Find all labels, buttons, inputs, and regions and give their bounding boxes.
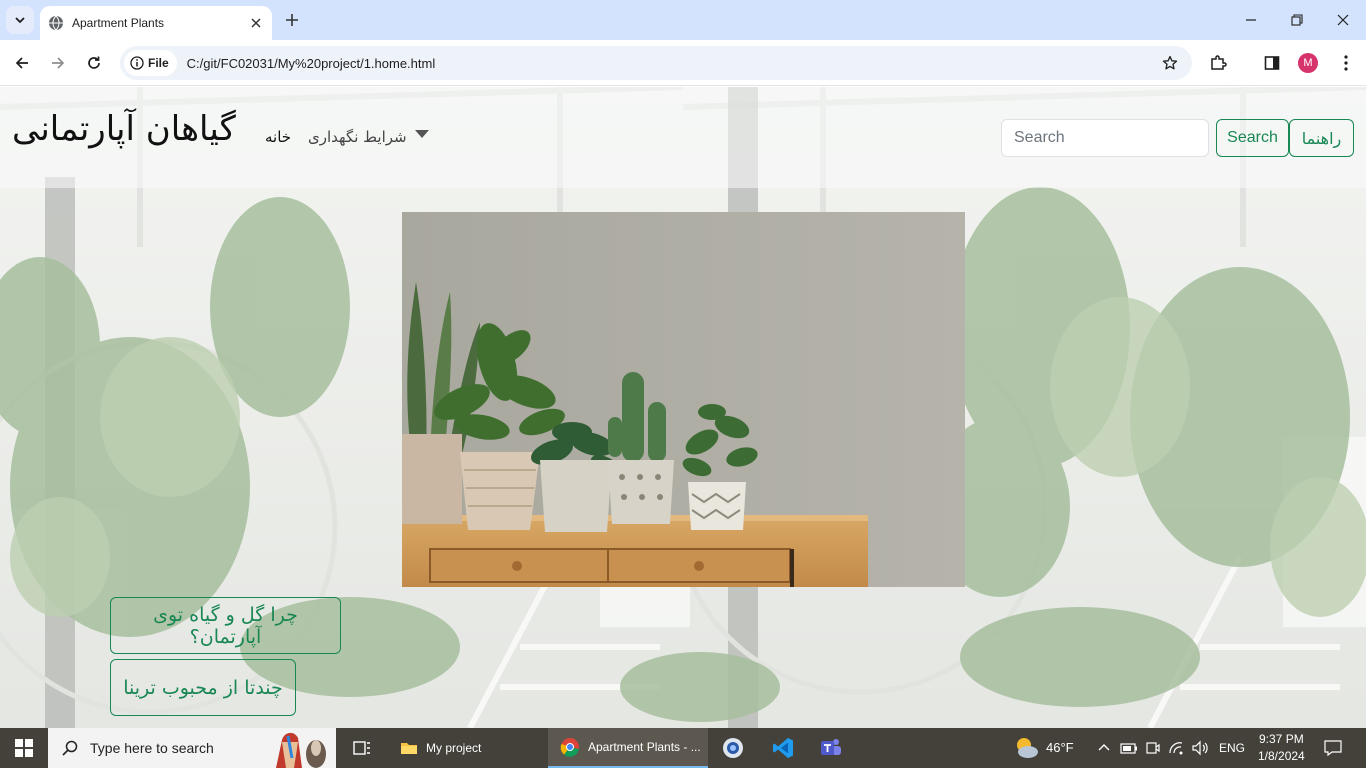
site-info-chip[interactable]: File [124,50,177,76]
dropdown-caret-icon[interactable] [414,127,430,141]
taskbar-app-chrome[interactable]: Apartment Plants - ... [548,728,708,768]
weather-partly-cloudy-icon[interactable] [1012,736,1040,760]
why-plants-button[interactable]: چرا گل و گیاه توی آپارتمان؟ [110,597,341,654]
favorites-button[interactable]: چندتا از محبوب ترینا [110,659,296,716]
chevron-up-icon[interactable] [1098,742,1110,754]
plus-icon [286,14,298,26]
page-viewport: گیاهان آپارتمانی خانه شرایط نگهداری Sear… [0,87,1366,728]
windows-taskbar: Type here to search My project Apartment… [0,728,1366,768]
taskbar-app-media[interactable] [718,728,748,768]
task-view-icon [353,741,370,755]
nav-link-home[interactable]: خانه [265,128,291,146]
taskbar-app-label: Apartment Plants - ... [588,740,701,754]
browser-toolbar: File C:/git/FC02031/My%20project/1.home.… [0,40,1366,86]
camera-icon[interactable] [1146,740,1160,756]
url-text[interactable]: C:/git/FC02031/My%20project/1.home.html [187,56,1156,71]
search-highlight-graphic [276,732,326,768]
browser-menu-button[interactable] [1332,49,1360,77]
minimize-icon [1246,19,1256,21]
extensions-button[interactable] [1204,49,1232,77]
windows-logo-icon [15,739,33,757]
taskbar-app-label: My project [426,741,482,755]
forward-button[interactable] [42,47,74,79]
restore-icon [1291,14,1303,26]
clock-date[interactable]: 1/8/2024 [1258,749,1305,763]
profile-avatar[interactable]: M [1298,53,1318,73]
minimize-button[interactable] [1228,0,1274,40]
taskbar-app-vscode[interactable] [768,728,798,768]
taskbar-app-my-project[interactable]: My project [388,728,544,768]
window-close-button[interactable] [1320,0,1366,40]
site-brand[interactable]: گیاهان آپارتمانی [12,109,236,149]
start-button[interactable] [0,728,48,768]
battery-icon[interactable] [1120,741,1138,755]
teams-icon [821,739,841,755]
taskbar-search-placeholder: Type here to search [90,740,214,756]
globe-icon [49,15,63,31]
volume-icon[interactable] [1192,740,1210,756]
taskbar-app-teams[interactable] [816,728,846,768]
arrow-right-icon [52,57,65,69]
chrome-icon [560,738,579,757]
vscode-icon [773,738,793,758]
tab-search-button[interactable] [6,6,34,34]
browser-tab[interactable]: Apartment Plants [40,6,272,40]
hero-image [402,212,965,587]
potted-plants-illustration [402,212,965,587]
chevron-down-icon [15,17,25,24]
wifi-icon[interactable] [1168,740,1186,756]
side-panel-icon [1264,56,1280,70]
input-language[interactable]: ENG [1219,741,1245,755]
nav-link-care-conditions[interactable]: شرایط نگهداری [308,128,407,146]
star-icon [1162,55,1178,70]
browser-tab-strip: Apartment Plants [0,0,1366,40]
guide-button[interactable]: راهنما [1289,119,1354,157]
taskbar-search-box[interactable]: Type here to search [48,728,336,768]
task-view-button[interactable] [348,728,376,768]
search-icon [62,740,78,756]
new-tab-button[interactable] [280,8,304,32]
close-icon [251,18,261,28]
restore-button[interactable] [1274,0,1320,40]
tab-title: Apartment Plants [72,16,165,30]
puzzle-icon [1211,55,1227,70]
reload-icon [88,56,100,69]
clock-time[interactable]: 9:37 PM [1259,732,1304,746]
info-icon [130,56,144,70]
site-chip-label: File [148,56,169,70]
bookmark-button[interactable] [1156,49,1184,77]
tab-close-button[interactable] [246,13,266,33]
more-vertical-icon [1344,55,1348,71]
arrow-left-icon [15,57,28,69]
search-button[interactable]: Search [1216,119,1289,157]
media-player-icon [723,738,743,758]
back-button[interactable] [6,47,38,79]
notifications-icon[interactable] [1324,740,1342,756]
address-bar[interactable]: File C:/git/FC02031/My%20project/1.home.… [120,46,1192,80]
weather-temperature[interactable]: 46°F [1046,740,1074,755]
reload-button[interactable] [78,47,110,79]
close-icon [1337,14,1349,26]
search-input[interactable] [1001,119,1209,157]
side-panel-button[interactable] [1258,49,1286,77]
folder-icon [401,743,417,754]
